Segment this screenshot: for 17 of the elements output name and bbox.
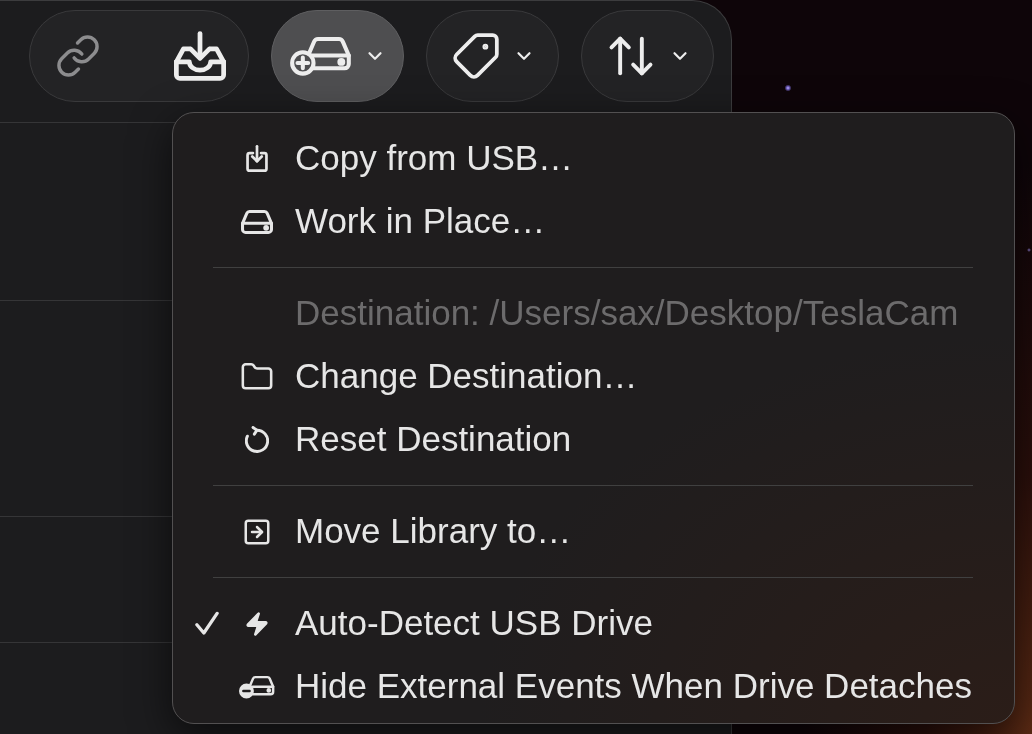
menu-item[interactable]: Change Destination… <box>173 345 1014 408</box>
menu-item[interactable]: Hide External Events When Drive Detaches <box>173 655 1014 718</box>
menu-item[interactable]: Move Library to… <box>173 500 1014 563</box>
menu-item: Destination: /Users/sax/Desktop/TeslaCam <box>173 282 1014 345</box>
checkmark-icon <box>195 611 219 636</box>
tag-icon <box>450 31 501 81</box>
menu-item[interactable]: Copy from USB… <box>173 127 1014 190</box>
menu-item[interactable]: Auto-Detect USB Drive <box>173 592 1014 655</box>
tray-download-icon <box>174 31 226 81</box>
drive-plus-icon <box>289 36 352 76</box>
drive-minus-icon <box>239 673 275 700</box>
menu-item[interactable]: Work in Place… <box>173 190 1014 253</box>
box-download-icon <box>246 145 268 172</box>
drive-icon <box>241 209 273 234</box>
counterclockwise-arrow-icon <box>245 426 269 453</box>
link-icon <box>55 33 101 79</box>
menu-item[interactable]: Reset Destination <box>173 408 1014 471</box>
